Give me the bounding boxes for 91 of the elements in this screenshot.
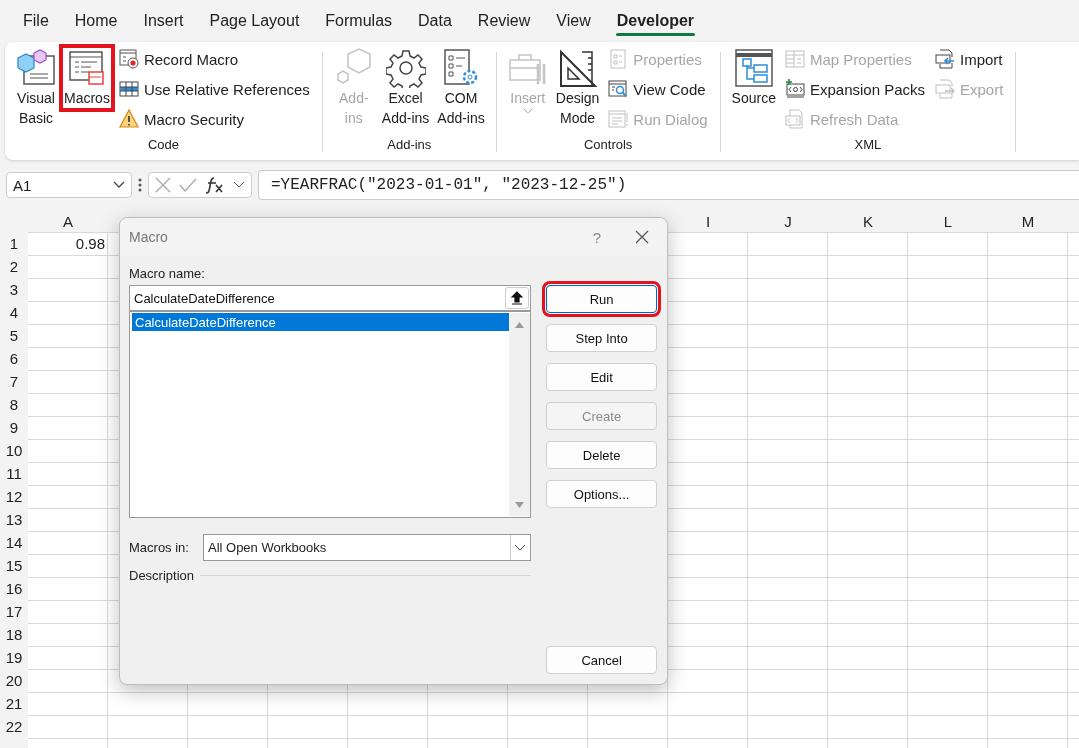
code-search-icon: [608, 79, 629, 99]
cubes-window-icon: [16, 48, 56, 88]
ribbon-button[interactable]: Excel Add-ins: [378, 46, 433, 130]
caret-icon[interactable]: [233, 181, 245, 189]
ribbon-button[interactable]: Macros: [61, 46, 113, 110]
macro-list[interactable]: CalculateDateDifference: [129, 311, 532, 518]
table-icon: [118, 79, 139, 99]
macro-name-field[interactable]: CalculateDateDifference: [129, 285, 532, 311]
menu-tab[interactable]: Page Layout: [196, 4, 313, 36]
menu-tab[interactable]: Review: [464, 4, 544, 36]
ribbon-button[interactable]: Expansion Packs: [780, 76, 929, 102]
row-header[interactable]: 3: [0, 278, 28, 301]
menu-tab[interactable]: View: [543, 4, 604, 36]
row-header[interactable]: 18: [0, 623, 28, 646]
tree-window-icon: [733, 48, 774, 88]
row-header[interactable]: 7: [0, 370, 28, 393]
group-label: XML: [854, 137, 882, 152]
row-header[interactable]: 10: [0, 439, 28, 462]
row-header[interactable]: 8: [0, 393, 28, 416]
column-header[interactable]: J: [748, 210, 828, 232]
export-icon: [935, 79, 955, 99]
group-label: Controls: [583, 137, 633, 152]
row-header[interactable]: 4: [0, 301, 28, 324]
row-header[interactable]: 17: [0, 600, 28, 623]
ribbon-button[interactable]: COM Add-ins: [434, 46, 488, 130]
ribbon-button[interactable]: Import: [931, 46, 1008, 72]
record-icon: [118, 49, 139, 69]
group-label: Add-ins: [387, 137, 432, 152]
name-box[interactable]: A1: [6, 172, 132, 198]
ribbon-button[interactable]: View Code: [604, 76, 712, 102]
formula-field[interactable]: =YEARFRAC("2023-01-01", "2023-12-25"): [258, 170, 1079, 200]
ribbon-button[interactable]: Visual Basic: [13, 46, 59, 130]
field-label: Macro name:: [129, 266, 206, 283]
gear-icon: [385, 48, 426, 88]
xml-document-icon: [784, 109, 805, 129]
row-header[interactable]: 15: [0, 554, 28, 577]
table-icon: [784, 49, 805, 69]
row-header[interactable]: 12: [0, 485, 28, 508]
row-header[interactable]: 9: [0, 416, 28, 439]
ribbon-button[interactable]: Record Macro: [114, 46, 314, 72]
caret-icon[interactable]: [113, 181, 125, 189]
column-header[interactable]: K: [828, 210, 908, 232]
row-header[interactable]: 21: [0, 692, 28, 715]
menu-tab[interactable]: Home: [61, 4, 131, 36]
xml-package-icon: [784, 79, 805, 99]
properties-icon: [608, 49, 629, 69]
function-icon[interactable]: [205, 176, 225, 194]
row-header[interactable]: 22: [0, 715, 28, 738]
row-header[interactable]: 5: [0, 324, 28, 347]
column-header[interactable]: L: [908, 210, 988, 232]
menu-tab[interactable]: Insert: [130, 4, 197, 36]
menu-tab[interactable]: Formulas: [312, 4, 406, 36]
dialog-button[interactable]: Edit: [546, 363, 657, 391]
row-header[interactable]: 13: [0, 508, 28, 531]
field-label: Macros in:: [129, 540, 189, 555]
row-header[interactable]: 19: [0, 646, 28, 669]
dialog-button[interactable]: Options...: [546, 480, 657, 508]
scroll-list-icon: [66, 48, 107, 88]
menu-tab[interactable]: Data: [405, 4, 465, 36]
ribbon-button[interactable]: Macro Security: [114, 106, 314, 132]
upload-button[interactable]: [505, 287, 530, 309]
row-header[interactable]: 1: [0, 232, 28, 255]
row-header[interactable]: 2: [0, 255, 28, 278]
row-header[interactable]: 11: [0, 462, 28, 485]
more-icon: [138, 177, 142, 193]
group-label: Code: [147, 137, 179, 152]
macros-in-dropdown[interactable]: All Open Workbooks: [202, 534, 532, 561]
row-header[interactable]: 14: [0, 531, 28, 554]
check-icon[interactable]: [179, 178, 197, 192]
upload-icon[interactable]: [511, 291, 524, 305]
dialog-title: Macro: [129, 229, 169, 245]
table-cell-text: 0.98: [74, 234, 106, 254]
column-header[interactable]: M: [988, 210, 1068, 232]
dialog-button[interactable]: Step Into: [546, 324, 657, 352]
column-header[interactable]: I: [668, 210, 748, 232]
dialog-button[interactable]: Delete: [546, 441, 657, 469]
warning-icon: [118, 109, 139, 129]
ribbon-button[interactable]: Source: [728, 46, 779, 110]
cancel-button[interactable]: Cancel: [546, 646, 657, 674]
menu-tab[interactable]: Developer: [603, 4, 708, 36]
import-icon: [935, 49, 955, 69]
section-label: Description: [129, 568, 195, 583]
row-header[interactable]: 16: [0, 577, 28, 600]
ribbon-button[interactable]: Use Relative References: [114, 76, 314, 102]
row-header[interactable]: 6: [0, 347, 28, 370]
row-header[interactable]: 20: [0, 669, 28, 692]
list-item[interactable]: CalculateDateDifference: [132, 313, 510, 331]
ribbon-button[interactable]: Design Mode: [552, 46, 603, 130]
dialog-icon: [608, 109, 629, 129]
column-header[interactable]: A: [28, 210, 108, 232]
menu-tab[interactable]: File: [10, 4, 62, 36]
